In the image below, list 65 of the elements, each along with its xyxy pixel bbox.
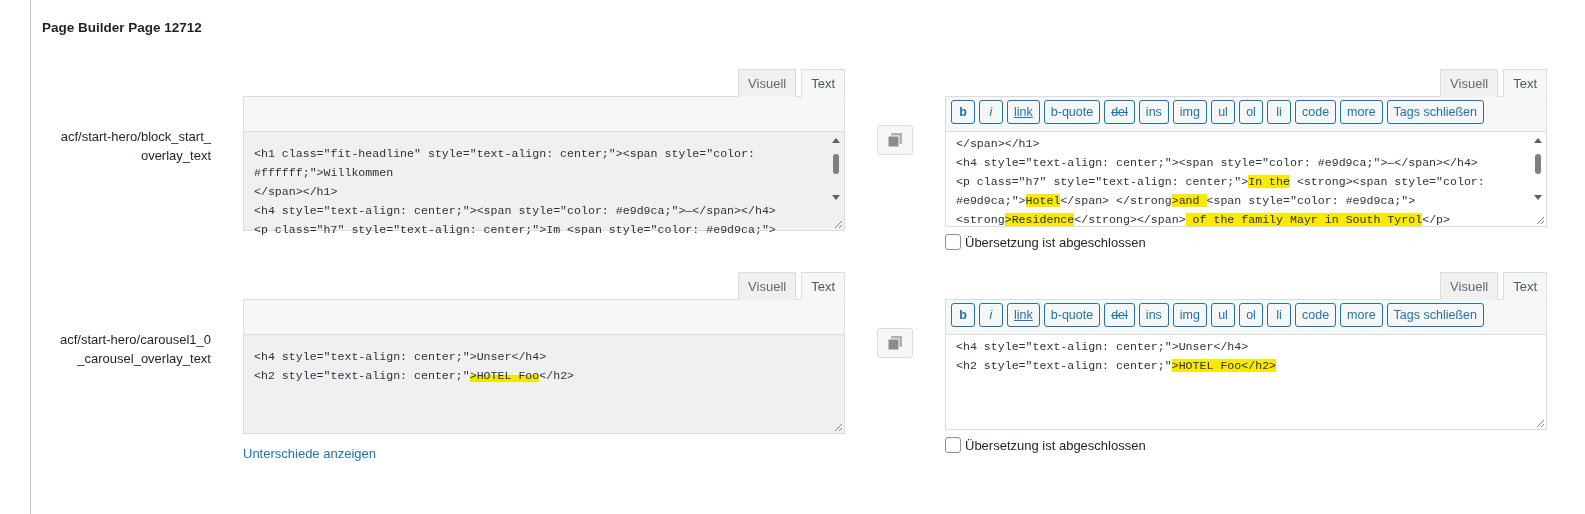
editor-tab[interactable]: Visuell	[1440, 272, 1499, 300]
format-button[interactable]: ins	[1138, 303, 1169, 327]
format-button[interactable]: ol	[1239, 303, 1263, 327]
code-line: </span></h1>	[956, 136, 1041, 152]
format-button[interactable]: ins	[1138, 100, 1169, 124]
format-button[interactable]: b	[951, 100, 975, 124]
code-line: <p class="h7" style="text-align: center;">Im <span style="color: #e9d9ca;">	[254, 222, 777, 238]
code-editor[interactable]: b i link b-quote del ins img ul ol li code more Tags schließen <h4 style="text-align: center;">Unser</h4> <h2 style="text-align: center;">HOTEL Foo</h2>	[945, 299, 1547, 430]
format-button[interactable]: more	[1340, 100, 1383, 124]
copy-button[interactable]	[877, 125, 913, 155]
editor-tab[interactable]: Visuell	[738, 69, 797, 97]
format-button[interactable]: img	[1172, 100, 1207, 124]
copy-icon	[887, 132, 903, 148]
code-line: <h4 style="text-align: center;"><span style="color: #e9d9ca;">—</span></h4>	[254, 203, 777, 219]
format-button[interactable]: li	[1267, 303, 1291, 327]
code-line: <p class="h7" style="text-align: center;">In the <strong><span style="color:	[956, 174, 1486, 190]
editor-tab[interactable]: Text	[801, 272, 845, 300]
copy-icon	[887, 335, 903, 351]
code-line: #ffffff;">Willkommen	[254, 165, 395, 181]
code-editor[interactable]	[945, 96, 1547, 227]
format-button[interactable]: del	[1104, 303, 1135, 327]
page-heading: Page Builder Page 12712	[42, 20, 203, 35]
code-line: <h1 class="fit-headline" style="text-align: center;"><span style="color:	[254, 146, 756, 162]
resize-grip-icon[interactable]	[834, 220, 843, 229]
show-differences-link[interactable]: Unterschiede anzeigen	[243, 446, 376, 461]
format-button[interactable]: b	[951, 303, 975, 327]
editor-tab[interactable]: Visuell	[1440, 69, 1499, 97]
format-button[interactable]: code	[1295, 303, 1337, 327]
resize-grip-icon[interactable]	[1536, 419, 1545, 428]
code-line: <h4 style="text-align: center;">Unser</h4>	[254, 349, 548, 365]
editor-tab[interactable]: Text	[1503, 69, 1547, 97]
format-button[interactable]: ul	[1211, 303, 1235, 327]
format-button[interactable]: i	[979, 303, 1003, 327]
scrollbar-icon[interactable]	[830, 136, 842, 202]
code-line: <strong>Residence</strong></span> of the family Mayr in South Tyrol</p>	[956, 212, 1451, 228]
format-button[interactable]: link	[1007, 303, 1040, 327]
editor-tab[interactable]: Text	[801, 69, 845, 97]
scrollbar-icon[interactable]	[1532, 136, 1544, 202]
format-button[interactable]: link	[1007, 100, 1040, 124]
format-button[interactable]: ul	[1211, 100, 1235, 124]
completed-checkbox[interactable]: Übersetzung ist abgeschlossen	[945, 234, 1547, 250]
format-button[interactable]: b-quote	[1043, 100, 1101, 124]
format-button[interactable]: more	[1340, 303, 1383, 327]
editor-tab[interactable]: Visuell	[738, 272, 797, 300]
format-button[interactable]: del	[1104, 100, 1135, 124]
resize-grip-icon[interactable]	[1536, 216, 1545, 225]
format-button[interactable]: img	[1172, 303, 1207, 327]
field-label: acf/start-hero/carousel1_0 _carousel_overlay_text	[58, 331, 211, 368]
code-line: <h4 style="text-align: center;"><span style="color: #e9d9ca;">—</span></h4>	[956, 155, 1479, 171]
format-button[interactable]: b-quote	[1043, 303, 1101, 327]
code-line: </span></h1>	[254, 184, 339, 200]
format-button[interactable]: i	[979, 100, 1003, 124]
code-line: <h4 style="text-align: center;">Unser</h4>	[956, 339, 1250, 355]
format-button[interactable]: li	[1267, 100, 1291, 124]
format-button[interactable]: ol	[1239, 100, 1263, 124]
editor-tab[interactable]: Text	[1503, 272, 1547, 300]
field-label: acf/start-hero/block_start_ overlay_text	[59, 128, 211, 165]
completed-checkbox[interactable]: Übersetzung ist abgeschlossen	[945, 437, 1547, 453]
code-line: <h2 style="text-align: center;">HOTEL Foo</h2>	[956, 358, 1278, 374]
code-line: #e9d9ca;">Hotel</span> </strong>and <span style="color: #e9d9ca;">	[956, 193, 1417, 209]
format-button[interactable]: Tags schließen	[1386, 100, 1484, 124]
resize-grip-icon[interactable]	[834, 423, 843, 432]
copy-button[interactable]	[877, 328, 913, 358]
format-button[interactable]: Tags schließen	[1386, 303, 1484, 327]
format-button[interactable]: code	[1295, 100, 1337, 124]
